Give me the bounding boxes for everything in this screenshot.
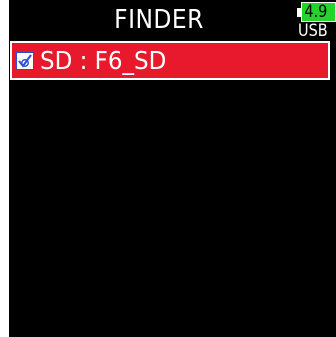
file-list: SD : F6_SD <box>9 41 336 80</box>
battery-voltage: 4.9 <box>304 2 328 22</box>
list-item-sd-card[interactable]: SD : F6_SD <box>10 41 330 80</box>
header-bar: FINDER 4.9 USB <box>9 0 336 41</box>
battery-indicator: 4.9 USB <box>297 2 336 41</box>
list-item-label: SD : F6_SD <box>40 46 167 75</box>
checkmark-icon <box>18 54 32 68</box>
power-source-label: USB <box>298 21 328 41</box>
page-title: FINDER <box>114 5 204 35</box>
finder-screen: FINDER 4.9 USB SD : F6_SD <box>9 0 336 337</box>
checkbox-checked-icon[interactable] <box>16 52 34 70</box>
